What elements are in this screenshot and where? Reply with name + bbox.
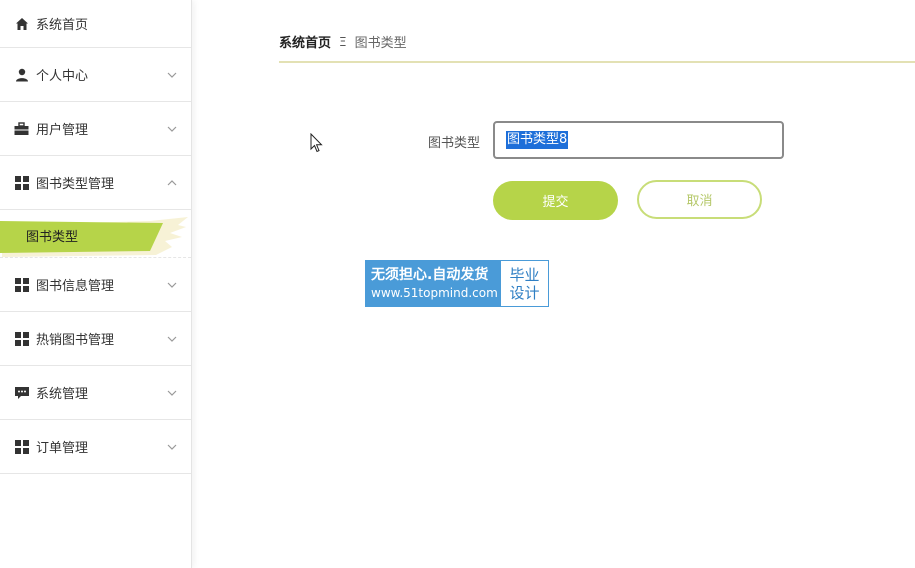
watermark-left: 无须担心.自动发货 www.51topmind.com	[366, 261, 501, 306]
watermark-banner: 无须担心.自动发货 www.51topmind.com 毕业 设计	[365, 260, 549, 307]
submenu-book-type: 图书类型	[0, 210, 191, 258]
book-type-label: 图书类型	[428, 136, 481, 151]
breadcrumb-home[interactable]: 系统首页	[279, 32, 331, 51]
sidebar-item-label: 图书信息管理	[36, 279, 115, 294]
grid-icon	[14, 277, 29, 292]
book-type-input[interactable]: 图书类型8	[493, 121, 784, 159]
sidebar-item-label: 图书类型管理	[36, 177, 115, 192]
breadcrumb: 系统首页 Ξ 图书类型	[279, 32, 407, 52]
chevron-down-icon	[167, 72, 177, 78]
chevron-up-icon	[167, 179, 177, 185]
sidebar-item-label: 热销图书管理	[36, 333, 115, 348]
watermark-right-line2: 设计	[509, 283, 540, 302]
sidebar-item-label: 订单管理	[36, 441, 89, 456]
grid-icon	[14, 439, 29, 454]
watermark-slogan: 无须担心.自动发货	[371, 266, 489, 283]
sidebar: 系统首页 个人中心 用户管理 图书类型管理 图书类型 图书信息管理 热销图书管理…	[0, 0, 192, 568]
cancel-button[interactable]: 取消	[637, 180, 762, 219]
sidebar-item-orders-mgmt[interactable]: 订单管理	[0, 420, 191, 474]
home-icon	[14, 16, 29, 31]
sidebar-item-profile[interactable]: 个人中心	[0, 48, 191, 102]
sidebar-item-users[interactable]: 用户管理	[0, 102, 191, 156]
grid-icon	[14, 175, 29, 190]
watermark-right: 毕业 设计	[501, 261, 548, 306]
sidebar-subitem-label: 图书类型	[26, 229, 79, 245]
sidebar-item-label: 系统首页	[36, 18, 89, 33]
breadcrumb-current: 图书类型	[354, 36, 407, 51]
watermark-right-line1: 毕业	[509, 265, 540, 284]
chevron-down-icon	[167, 282, 177, 288]
sidebar-item-book-type-mgmt[interactable]: 图书类型管理	[0, 156, 191, 210]
chevron-down-icon	[167, 444, 177, 450]
user-icon	[14, 67, 29, 82]
chevron-down-icon	[167, 390, 177, 396]
book-type-input-value: 图书类型8	[506, 131, 569, 149]
chat-icon	[14, 385, 29, 400]
sidebar-subitem-book-type[interactable]: 图书类型	[0, 217, 188, 257]
breadcrumb-divider	[279, 61, 915, 63]
sidebar-item-label: 系统管理	[36, 387, 89, 402]
sidebar-item-home[interactable]: 系统首页	[0, 0, 191, 48]
chevron-down-icon	[167, 336, 177, 342]
sidebar-item-label: 个人中心	[36, 69, 89, 84]
grid-icon	[14, 331, 29, 346]
mouse-cursor-icon	[310, 133, 323, 153]
watermark-url: www.51topmind.com	[371, 285, 498, 300]
sidebar-item-label: 用户管理	[36, 123, 89, 138]
submit-button[interactable]: 提交	[493, 181, 618, 220]
sidebar-item-hot-books-mgmt[interactable]: 热销图书管理	[0, 312, 191, 366]
breadcrumb-separator: Ξ	[339, 34, 347, 49]
chevron-down-icon	[167, 126, 177, 132]
briefcase-icon	[14, 121, 29, 136]
sidebar-item-system-mgmt[interactable]: 系统管理	[0, 366, 191, 420]
sidebar-item-book-info-mgmt[interactable]: 图书信息管理	[0, 258, 191, 312]
